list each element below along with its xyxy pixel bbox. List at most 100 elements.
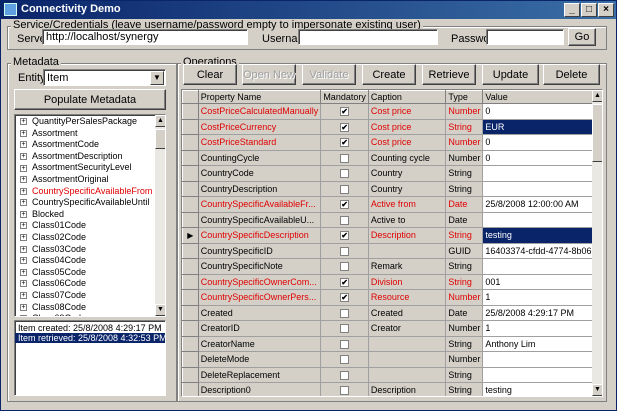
row-header[interactable] [182,118,199,135]
tree-item[interactable]: + Class08Code [15,302,155,314]
caption-cell[interactable]: Country [367,180,447,197]
grid-row[interactable]: CountryCode Country String [182,165,602,182]
type-cell[interactable]: Number [445,351,484,368]
type-cell[interactable]: String [445,180,484,197]
mandatory-cell[interactable] [320,149,369,166]
log-item[interactable]: Item created: 25/8/2008 4:29:17 PM [15,323,165,333]
value-cell[interactable]: 0 [482,103,602,120]
caption-cell[interactable]: Description [367,382,447,396]
tree-item[interactable]: + AssortmentDescription [15,151,155,163]
tree-item[interactable]: + Class02Code [15,232,155,244]
clear-button[interactable]: Clear [183,64,237,85]
type-cell[interactable]: Number [445,320,484,337]
server-input[interactable] [42,29,248,45]
grid-row[interactable]: CountrySpecificOwnerPers... ✔ Resource Numb… [182,289,602,306]
column-header-mandatory[interactable]: Mandatory [320,90,369,104]
grid-scroll-up-icon[interactable]: ▲ [592,90,602,102]
type-cell[interactable]: Number [445,289,484,306]
mandatory-cell[interactable] [320,320,369,337]
tree-item[interactable]: + CountrySpecificAvailableUntil [15,197,155,209]
expand-icon[interactable]: + [20,234,27,242]
caption-cell[interactable] [367,366,447,383]
caption-cell[interactable]: Creator [367,320,447,337]
mandatory-cell[interactable] [320,180,369,197]
value-cell[interactable] [482,351,602,368]
type-cell[interactable]: String [445,366,484,383]
value-cell[interactable]: EUR [482,118,602,135]
caption-cell[interactable]: Description [367,227,447,244]
property-name-cell[interactable]: CountrySpecificID [197,242,322,259]
value-cell[interactable]: testing [482,382,602,396]
entity-select[interactable]: Item ▼ [43,69,166,86]
mandatory-cell[interactable]: ✔ [320,118,369,135]
grid-row[interactable]: CountrySpecificAvailableFr... ✔ Active fro… [182,196,602,213]
expand-icon[interactable]: + [20,257,27,265]
row-header[interactable] [182,165,199,182]
value-cell[interactable] [482,366,602,383]
expand-icon[interactable]: + [20,222,27,230]
value-cell[interactable] [482,165,602,182]
tree-item[interactable]: + Blocked [15,209,155,221]
type-cell[interactable]: Number [445,149,484,166]
type-cell[interactable]: Date [445,211,484,228]
expand-icon[interactable]: + [20,292,27,300]
grid-row[interactable]: DeleteMode Number [182,351,602,368]
tree-item[interactable]: + Assortment [15,128,155,140]
expand-icon[interactable]: + [20,141,27,149]
expand-icon[interactable]: + [20,268,27,276]
retrieve-button[interactable]: Retrieve [422,64,476,85]
row-header[interactable] [182,273,199,290]
type-cell[interactable]: GUID [445,242,484,259]
property-name-cell[interactable]: CountrySpecificAvailableFr... [197,196,322,213]
expand-icon[interactable]: + [20,303,27,311]
row-header[interactable] [182,320,199,337]
mandatory-cell[interactable] [320,258,369,275]
grid-row[interactable]: DeleteReplacement String [182,366,602,383]
mandatory-cell[interactable] [320,165,369,182]
caption-cell[interactable]: Created [367,304,447,321]
tree-item[interactable]: + AssortmentCode [15,139,155,151]
property-name-cell[interactable]: CountryCode [197,165,322,182]
value-cell[interactable]: testing [482,227,602,244]
mandatory-cell[interactable]: ✔ [320,289,369,306]
caption-cell[interactable]: Remark [367,258,447,275]
password-input[interactable] [486,29,564,45]
populate-metadata-button[interactable]: Populate Metadata [14,89,166,110]
value-cell[interactable]: 25/8/2008 4:29:17 PM [482,304,602,321]
delete-button[interactable]: Delete [543,64,600,85]
row-header[interactable]: ▶ [182,227,199,244]
tree-item[interactable]: + AssortmentSecurityLevel [15,162,155,174]
tree-item[interactable]: + Class04Code [15,255,155,267]
property-name-cell[interactable]: CostPriceStandard [197,134,322,151]
grid-row[interactable]: CountrySpecificOwnerCom... ✔ Division Strin… [182,273,602,290]
caption-cell[interactable]: Active to [367,211,447,228]
type-cell[interactable]: Date [445,304,484,321]
property-name-cell[interactable]: CreatorID [197,320,322,337]
tree-item[interactable]: + Class09Code [15,313,155,316]
value-cell[interactable]: 0 [482,149,602,166]
caption-cell[interactable]: Cost price [367,118,447,135]
grid-row[interactable]: CountrySpecificID GUID 16403374-cfdd-4774-… [182,242,602,259]
grid-scroll-thumb[interactable] [592,104,602,162]
type-cell[interactable]: Date [445,196,484,213]
username-input[interactable] [298,29,438,45]
mandatory-cell[interactable]: ✔ [320,196,369,213]
close-button[interactable]: × [598,3,614,17]
update-button[interactable]: Update [482,64,539,85]
value-cell[interactable] [482,180,602,197]
property-name-cell[interactable]: CountrySpecificAvailableU... [197,211,322,228]
property-name-cell[interactable]: CountrySpecificDescription [197,227,322,244]
property-name-cell[interactable]: DeleteMode [197,351,322,368]
property-name-cell[interactable]: CountrySpecificNote [197,258,322,275]
value-cell[interactable]: 1 [482,320,602,337]
caption-cell[interactable] [367,351,447,368]
property-name-cell[interactable]: CountrySpecificOwnerCom... [197,273,322,290]
grid-row[interactable]: CountryDescription Country String [182,180,602,197]
mandatory-cell[interactable] [320,335,369,352]
chevron-down-icon[interactable]: ▼ [150,71,164,85]
expand-icon[interactable]: + [20,280,27,288]
value-cell[interactable] [482,258,602,275]
grid-row[interactable]: CostPriceStandard ✔ Cost price Number 0 [182,134,602,151]
caption-cell[interactable] [367,335,447,352]
open-new-button[interactable]: Open New [242,64,296,85]
